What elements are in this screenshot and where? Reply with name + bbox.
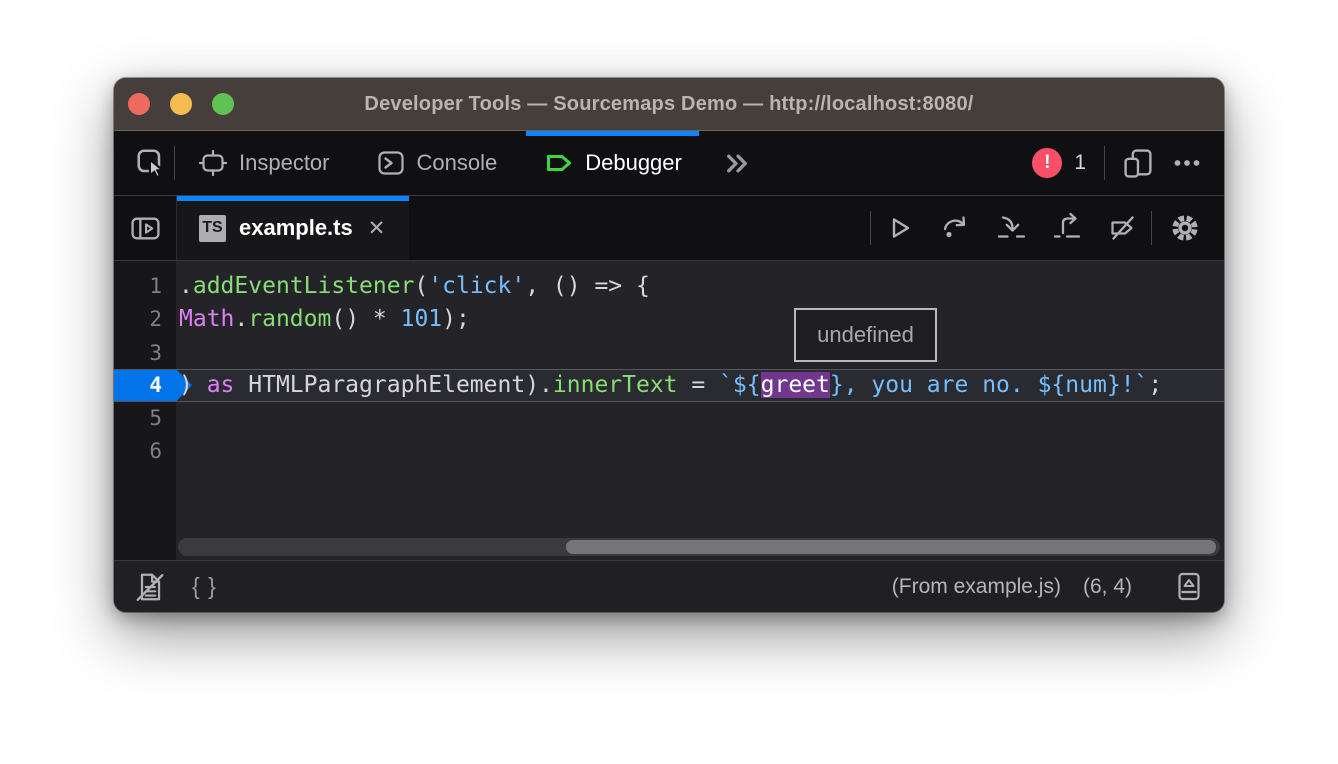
sources-panel-toggle-icon	[130, 213, 161, 244]
toolbar-separator	[1104, 146, 1105, 180]
code-lines: 1.addEventListener('click', () => {2Math…	[114, 269, 1224, 468]
more-tabs-button[interactable]	[713, 131, 761, 195]
step-in-button[interactable]	[983, 196, 1039, 260]
variable-preview-tooltip: undefined	[794, 308, 937, 362]
code-line-5: 5	[114, 401, 1224, 435]
line-number-1[interactable]: 1	[114, 274, 176, 298]
traffic-lights	[128, 78, 234, 130]
more-menu-button[interactable]	[1172, 148, 1202, 178]
resume-button[interactable]	[871, 196, 927, 260]
tab-inspector[interactable]: Inspector	[181, 131, 347, 195]
step-over-button[interactable]	[927, 196, 983, 260]
code-text: Math.random() * 101);	[176, 306, 470, 332]
inspector-icon	[198, 148, 228, 178]
debugger-command-bar	[870, 196, 1224, 260]
error-badge[interactable]: !	[1032, 148, 1062, 178]
tab-debugger[interactable]: Debugger	[526, 131, 699, 195]
overflow-chevron-icon	[723, 150, 751, 177]
toolbar-right-cluster: ! 1	[1032, 131, 1224, 195]
toolbar-separator	[174, 146, 175, 180]
minimize-window-button[interactable]	[170, 93, 192, 115]
line-number-6[interactable]: 6	[114, 439, 176, 463]
step-in-icon	[996, 213, 1026, 243]
pick-element-button[interactable]	[128, 131, 174, 195]
responsive-mode-button[interactable]	[1123, 148, 1154, 179]
expand-panel-button[interactable]	[1174, 571, 1204, 602]
debugger-icon	[543, 148, 574, 178]
code-text: ) as HTMLParagraphElement).innerText = `…	[176, 372, 1162, 398]
code-line-3: 3	[114, 336, 1224, 370]
error-count: 1	[1074, 151, 1086, 175]
zoom-window-button[interactable]	[212, 93, 234, 115]
line-number-5[interactable]: 5	[114, 406, 176, 430]
step-out-button[interactable]	[1039, 196, 1095, 260]
sources-panel-toggle-button[interactable]	[114, 196, 177, 260]
highlighted-token[interactable]: greet	[761, 372, 830, 398]
close-tab-icon[interactable]: ✕	[366, 214, 388, 243]
pretty-print-button[interactable]: { }	[192, 573, 217, 600]
deactivate-breakpoints-button[interactable]	[1095, 196, 1151, 260]
blackbox-icon	[134, 571, 166, 603]
tab-console[interactable]: Console	[359, 131, 515, 195]
console-icon	[376, 148, 406, 178]
expand-panel-icon	[1174, 571, 1204, 602]
debugger-settings-button[interactable]	[1152, 196, 1218, 260]
line-number-3[interactable]: 3	[114, 341, 176, 365]
resume-icon	[884, 213, 914, 243]
close-window-button[interactable]	[128, 93, 150, 115]
editor-footer: { } (From example.js) (6, 4)	[114, 560, 1224, 612]
source-origin-note: (From example.js)	[892, 575, 1061, 599]
horizontal-scrollbar-thumb[interactable]	[566, 540, 1216, 554]
line-number-4[interactable]: 4	[114, 373, 176, 397]
horizontal-scrollbar-track[interactable]	[178, 538, 1220, 556]
devtools-toolbar: Inspector Console Debugger ! 1	[114, 131, 1224, 196]
code-line-4: 4) as HTMLParagraphElement).innerText = …	[114, 369, 1224, 403]
code-line-1: 1.addEventListener('click', () => {	[114, 269, 1224, 303]
step-over-icon	[940, 213, 970, 243]
more-menu-icon	[1172, 148, 1202, 178]
settings-icon	[1169, 212, 1201, 244]
typescript-file-icon: TS	[199, 215, 226, 242]
line-number-2[interactable]: 2	[114, 307, 176, 331]
tab-inspector-label: Inspector	[239, 150, 330, 176]
responsive-mode-icon	[1123, 148, 1154, 179]
tab-debugger-label: Debugger	[585, 150, 682, 176]
source-tab-example-ts[interactable]: TS example.ts ✕	[177, 196, 409, 260]
step-out-icon	[1052, 213, 1082, 243]
pick-element-icon	[135, 147, 167, 179]
window-title: Developer Tools — Sourcemaps Demo — http…	[364, 93, 973, 116]
devtools-window: Developer Tools — Sourcemaps Demo — http…	[114, 78, 1224, 612]
title-bar: Developer Tools — Sourcemaps Demo — http…	[114, 78, 1224, 131]
source-tab-filename: example.ts	[239, 215, 353, 241]
code-text: .addEventListener('click', () => {	[176, 273, 650, 299]
blackbox-source-button[interactable]	[134, 571, 166, 603]
code-editor: 1.addEventListener('click', () => {2Math…	[114, 261, 1224, 560]
variable-preview-value: undefined	[817, 322, 914, 348]
error-icon: !	[1044, 152, 1050, 174]
code-line-6: 6	[114, 435, 1224, 469]
deactivate-breakpoints-icon	[1108, 213, 1138, 243]
source-tab-row: TS example.ts ✕	[114, 196, 1224, 261]
cursor-position: (6, 4)	[1083, 575, 1132, 599]
code-line-2: 2Math.random() * 101);	[114, 303, 1224, 337]
tab-console-label: Console	[417, 150, 498, 176]
